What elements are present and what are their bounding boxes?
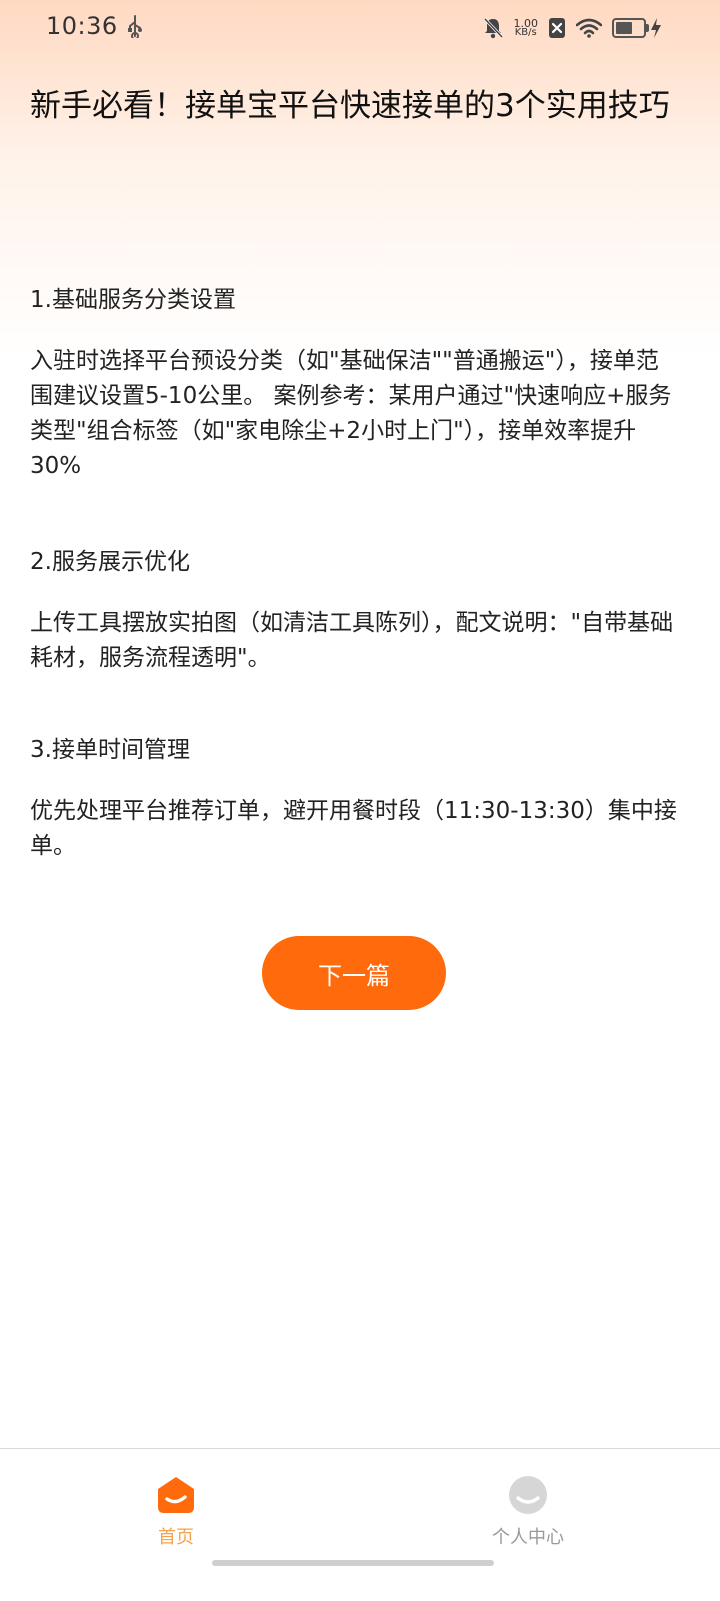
bottom-nav: 首页 个人中心	[0, 1448, 720, 1601]
home-icon	[158, 1477, 194, 1513]
wifi-icon	[576, 18, 602, 38]
section-heading: 3.接单时间管理	[30, 737, 190, 763]
article-section: 3.接单时间管理 优先处理平台推荐订单，避开用餐时段（11:30-13:30）集…	[30, 732, 680, 864]
section-body: 上传工具摆放实拍图（如清洁工具陈列），配文说明："自带基础耗材，服务流程透明"。	[30, 610, 674, 671]
usb-icon	[128, 15, 142, 38]
next-article-button[interactable]: 下一篇	[262, 936, 446, 1010]
tab-profile-label: 个人中心	[492, 1527, 564, 1548]
section-heading: 2.服务展示优化	[30, 549, 190, 575]
charging-icon	[651, 18, 661, 38]
tab-home-label: 首页	[158, 1527, 194, 1548]
status-bar: 10:36 1.00 KB/s	[0, 0, 720, 56]
battery-fill	[616, 22, 633, 34]
article-section: 2.服务展示优化 上传工具摆放实拍图（如清洁工具陈列），配文说明："自带基础耗材…	[30, 544, 680, 676]
network-speed-unit: KB/s	[514, 27, 537, 38]
battery-icon	[612, 18, 649, 38]
article-title: 新手必看！接单宝平台快速接单的3个实用技巧	[30, 88, 670, 124]
tab-home[interactable]: 首页	[106, 1475, 246, 1549]
home-indicator[interactable]	[212, 1560, 494, 1566]
no-sim-icon	[549, 18, 565, 38]
article-section: 1.基础服务分类设置 入驻时选择平台预设分类（如"基础保洁""普通搬运"），接单…	[30, 282, 680, 484]
network-speed: 1.00 KB/s	[514, 18, 539, 38]
article: 新手必看！接单宝平台快速接单的3个实用技巧 1.基础服务分类设置 入驻时选择平台…	[30, 82, 680, 859]
profile-icon	[509, 1476, 547, 1514]
tab-profile[interactable]: 个人中心	[458, 1475, 598, 1549]
status-icons: 1.00 KB/s	[482, 14, 663, 42]
section-body: 优先处理平台推荐订单，避开用餐时段（11:30-13:30）集中接单。	[30, 798, 677, 859]
section-heading: 1.基础服务分类设置	[30, 287, 236, 313]
section-body: 入驻时选择平台预设分类（如"基础保洁""普通搬运"），接单范围建议设置5-10公…	[30, 348, 672, 479]
status-time: 10:36	[46, 12, 118, 40]
bell-off-icon	[483, 17, 503, 39]
